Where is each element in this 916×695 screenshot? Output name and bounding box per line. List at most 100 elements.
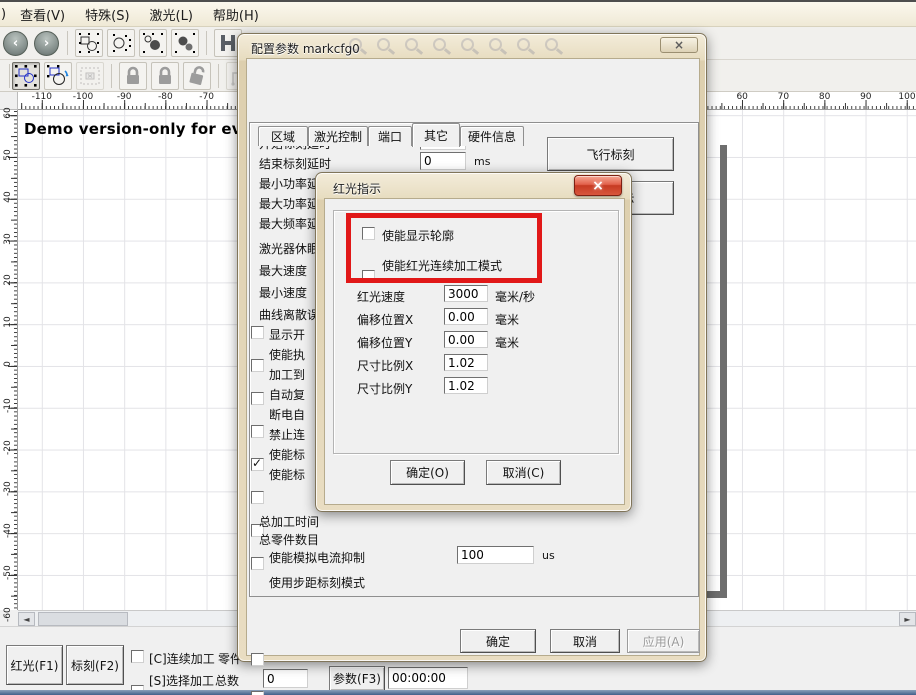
apply-button[interactable]: 应用(A): [627, 629, 700, 653]
select-transform-icon[interactable]: [12, 62, 40, 90]
node-spheres-icon[interactable]: [171, 29, 199, 57]
offset-x-unit: 毫米: [495, 311, 519, 328]
ok-button[interactable]: 确定: [460, 629, 536, 653]
menu-item-clipped[interactable]: ): [0, 4, 10, 25]
menu-item-special[interactable]: 特殊(S): [75, 2, 139, 27]
ruler-label: -40: [3, 524, 13, 538]
clipped-tool-button[interactable]: [0, 64, 10, 88]
tab-hardware-info[interactable]: 硬件信息: [460, 126, 524, 146]
sim-current-input[interactable]: 100: [457, 546, 534, 564]
continuous-checkbox[interactable]: [131, 650, 144, 663]
node-edit-rect-icon[interactable]: [75, 29, 103, 57]
tab-other[interactable]: 其它: [412, 123, 460, 147]
timer-display: 00:00:00: [388, 667, 468, 689]
scale-x-input[interactable]: 1.02: [444, 354, 488, 371]
ruler-label: 100: [898, 92, 915, 102]
menu-item-laser[interactable]: 激光(L): [140, 2, 203, 27]
ruler-label: -90: [117, 92, 132, 102]
option-label: 显示开: [269, 326, 305, 343]
menu-item-view[interactable]: 查看(V): [10, 2, 75, 27]
offset-x-label: 偏移位置X: [357, 311, 413, 328]
ruler-label: 90: [860, 92, 871, 102]
ruler-label: 0: [3, 357, 13, 371]
back-icon[interactable]: ‹: [3, 31, 28, 56]
toolbar-separator: [67, 31, 68, 55]
ruler-label: -50: [3, 566, 13, 580]
option-label: 使能标: [269, 466, 305, 483]
ghost-zoom-icon: [433, 38, 446, 51]
lock-y-icon[interactable]: [151, 62, 179, 90]
scale-x-label: 尺寸比例X: [357, 357, 413, 374]
ok-button[interactable]: 确定(O): [390, 460, 465, 485]
cancel-button[interactable]: 取消(C): [486, 460, 561, 485]
ghost-zoom-icon: [349, 38, 362, 51]
param-label: 最小速度: [259, 284, 307, 301]
sim-current-checkbox[interactable]: [251, 653, 264, 666]
forward-icon[interactable]: ›: [34, 31, 59, 56]
rotate-transform-icon[interactable]: [44, 62, 72, 90]
option-checkbox[interactable]: [251, 557, 264, 570]
cancel-button[interactable]: 取消: [550, 629, 620, 653]
ruler-label: -100: [73, 92, 93, 102]
ruler-label: 60: [3, 106, 13, 120]
red-light-f1-button[interactable]: 红光(F1): [6, 645, 63, 685]
param-f3-button[interactable]: 参数(F3): [329, 666, 385, 691]
ghost-zoom-icon: [461, 38, 474, 51]
scroll-left-icon[interactable]: ◄: [18, 612, 35, 626]
option-checkbox[interactable]: [251, 491, 264, 504]
lock-x-icon[interactable]: [119, 62, 147, 90]
option-label: 使能标: [269, 446, 305, 463]
ruler-label: 20: [3, 273, 13, 287]
red-light-dialog-body: 使能显示轮廓 使能红光连续加工模式 红光速度 3000 毫米/秒 偏移位置X 0…: [324, 198, 625, 505]
total-time-label: 总加工时间: [259, 513, 319, 530]
scroll-right-icon[interactable]: ►: [899, 612, 916, 626]
ghost-zoom-icon: [405, 38, 418, 51]
tab-laser-control[interactable]: 激光控制: [308, 126, 368, 146]
menu-item-help[interactable]: 帮助(H): [203, 2, 269, 27]
mark-f2-button[interactable]: 标刻(F2): [66, 645, 124, 685]
lock-tilt-icon[interactable]: [183, 62, 211, 90]
option-checkbox[interactable]: [251, 425, 264, 438]
offset-y-input[interactable]: 0.00: [444, 331, 488, 348]
step-mode-checkbox[interactable]: [251, 691, 264, 695]
ruler-label: -20: [3, 441, 13, 455]
option-checkbox[interactable]: [251, 326, 264, 339]
red-speed-unit: 毫米/秒: [495, 288, 535, 305]
param-label: 激光器休眠: [259, 240, 319, 257]
toolbar-separator: [111, 64, 112, 88]
red-speed-input[interactable]: 3000: [444, 285, 488, 302]
param-label: 最大速度: [259, 262, 307, 279]
offset-x-input[interactable]: 0.00: [444, 308, 488, 325]
option-checkbox[interactable]: [251, 359, 264, 372]
option-label: 断电自: [269, 406, 305, 423]
ruler-label: 50: [3, 148, 13, 162]
ruler-label: -70: [199, 92, 214, 102]
ruler-label: -30: [3, 482, 13, 496]
total-count-input[interactable]: 0: [263, 669, 308, 688]
close-icon[interactable]: ×: [660, 37, 698, 53]
ruler-label: 40: [3, 190, 13, 204]
array-tool-icon[interactable]: [76, 62, 104, 90]
ruler-label: -110: [32, 92, 52, 102]
ruler-label: -60: [3, 608, 13, 622]
ruler-label: -10: [3, 399, 13, 413]
red-light-dialog: 红光指示 × 使能显示轮廓 使能红光连续加工模式 红光速度 3000 毫米/秒 …: [315, 172, 632, 512]
tab-area[interactable]: 区域: [258, 126, 308, 146]
ruler-label: 10: [3, 315, 13, 329]
status-strip: [0, 690, 916, 695]
select-process-label: [S]选择加工: [149, 672, 214, 689]
delay-input[interactable]: 0: [420, 152, 466, 170]
option-checkbox[interactable]: [251, 392, 264, 405]
ruler-label: 70: [778, 92, 789, 102]
node-sphere-icon[interactable]: [139, 29, 167, 57]
option-checkbox[interactable]: [251, 458, 264, 471]
toolbar-separator: [206, 31, 207, 55]
scrollbar-thumb[interactable]: [38, 612, 128, 626]
menu-bar: ) 查看(V) 特殊(S) 激光(L) 帮助(H): [0, 0, 916, 27]
tab-port[interactable]: 端口: [368, 126, 412, 146]
close-icon[interactable]: ×: [574, 175, 622, 196]
fly-mark-button[interactable]: 飞行标刻: [547, 137, 674, 171]
scale-y-label: 尺寸比例Y: [357, 380, 412, 397]
node-edit-circle-icon[interactable]: [107, 29, 135, 57]
scale-y-input[interactable]: 1.02: [444, 377, 488, 394]
